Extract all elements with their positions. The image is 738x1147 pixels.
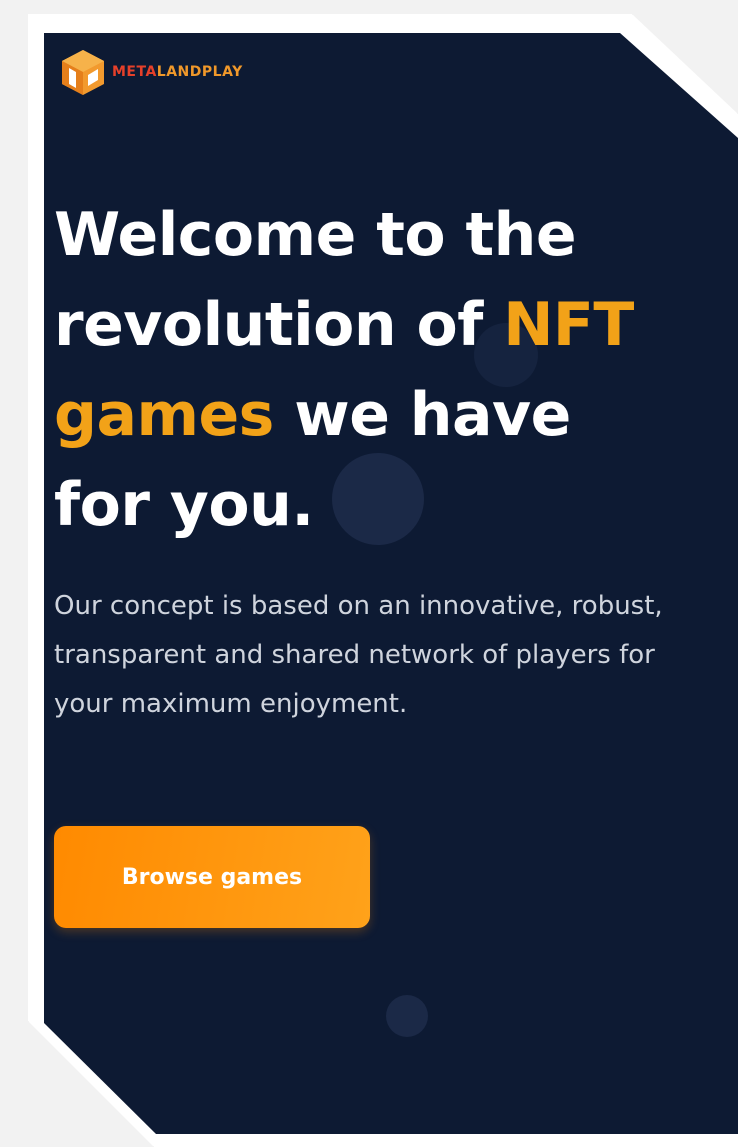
- meta-land-cube-icon: [62, 50, 104, 95]
- brand-logo[interactable]: METALANDPLAY: [60, 48, 243, 96]
- hero-description: Our concept is based on an innovative, r…: [54, 591, 663, 719]
- brand-wordmark: METALANDPLAY: [112, 64, 243, 80]
- brand-meta-text: META: [112, 64, 157, 80]
- hero-headline: Welcome to the revolution of NFT games w…: [54, 190, 674, 550]
- brand-land-text: LAND: [156, 64, 202, 80]
- headline-text: Welcome to the revolution of: [54, 200, 577, 360]
- browse-games-button[interactable]: Browse games: [54, 826, 370, 928]
- brand-play-text: PLAY: [201, 64, 243, 80]
- decor-bubble: [386, 995, 428, 1037]
